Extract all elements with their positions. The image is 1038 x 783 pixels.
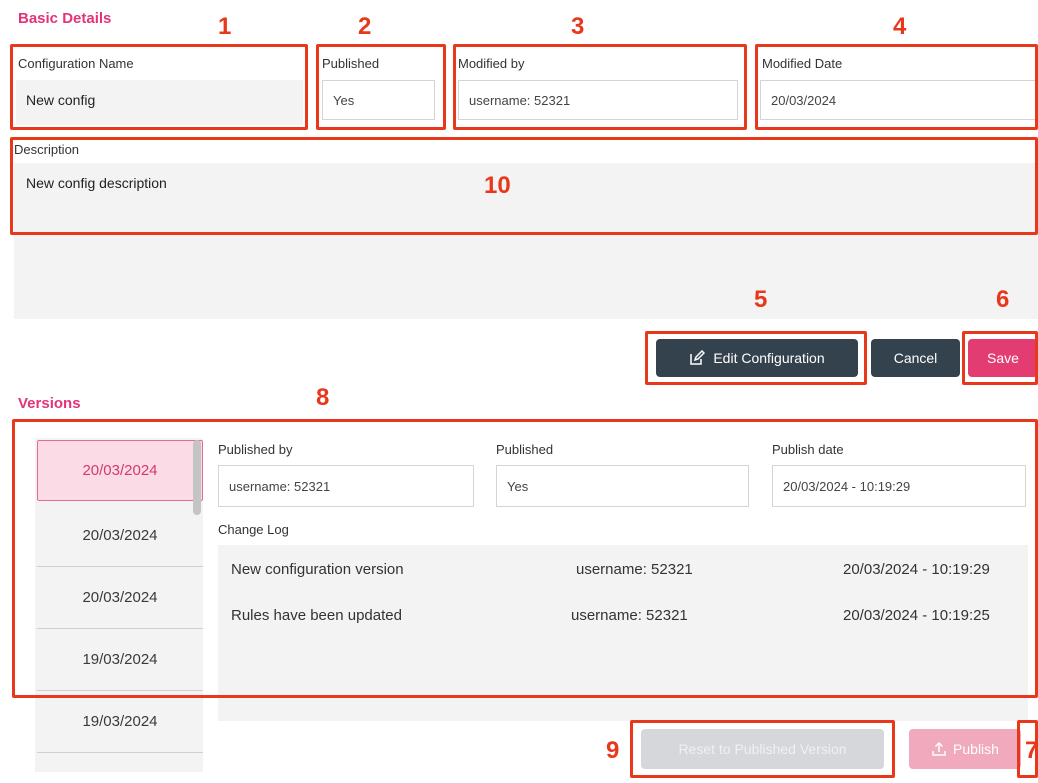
version-item[interactable]: 19/03/2024 [37, 691, 203, 753]
annotation-number: 7 [1025, 737, 1038, 764]
annotation-box-4 [755, 44, 1038, 130]
publish-button[interactable]: Publish [909, 729, 1021, 769]
publish-label: Publish [953, 741, 999, 757]
annotation-number: 9 [606, 737, 620, 764]
annotation-number: 3 [571, 13, 585, 40]
annotation-box-1 [10, 44, 308, 130]
annotation-number: 2 [358, 13, 372, 40]
annotation-box-10 [10, 137, 1038, 235]
annotation-box-3 [453, 44, 747, 130]
annotation-box-9 [630, 720, 895, 778]
cancel-button[interactable]: Cancel [871, 339, 960, 377]
annotation-box-8 [12, 419, 1038, 698]
annotation-number: 8 [316, 384, 330, 411]
annotation-box-5 [645, 331, 867, 385]
annotation-number: 1 [218, 13, 232, 40]
annotation-number: 4 [893, 13, 907, 40]
versions-title: Versions [18, 395, 81, 412]
annotation-number: 10 [484, 172, 511, 199]
upload-icon [932, 741, 946, 756]
annotation-number: 5 [754, 286, 768, 313]
annotation-number: 6 [996, 286, 1010, 313]
annotation-box-2 [316, 44, 446, 130]
basic-details-title: Basic Details [18, 10, 112, 27]
annotation-box-6 [962, 331, 1038, 385]
